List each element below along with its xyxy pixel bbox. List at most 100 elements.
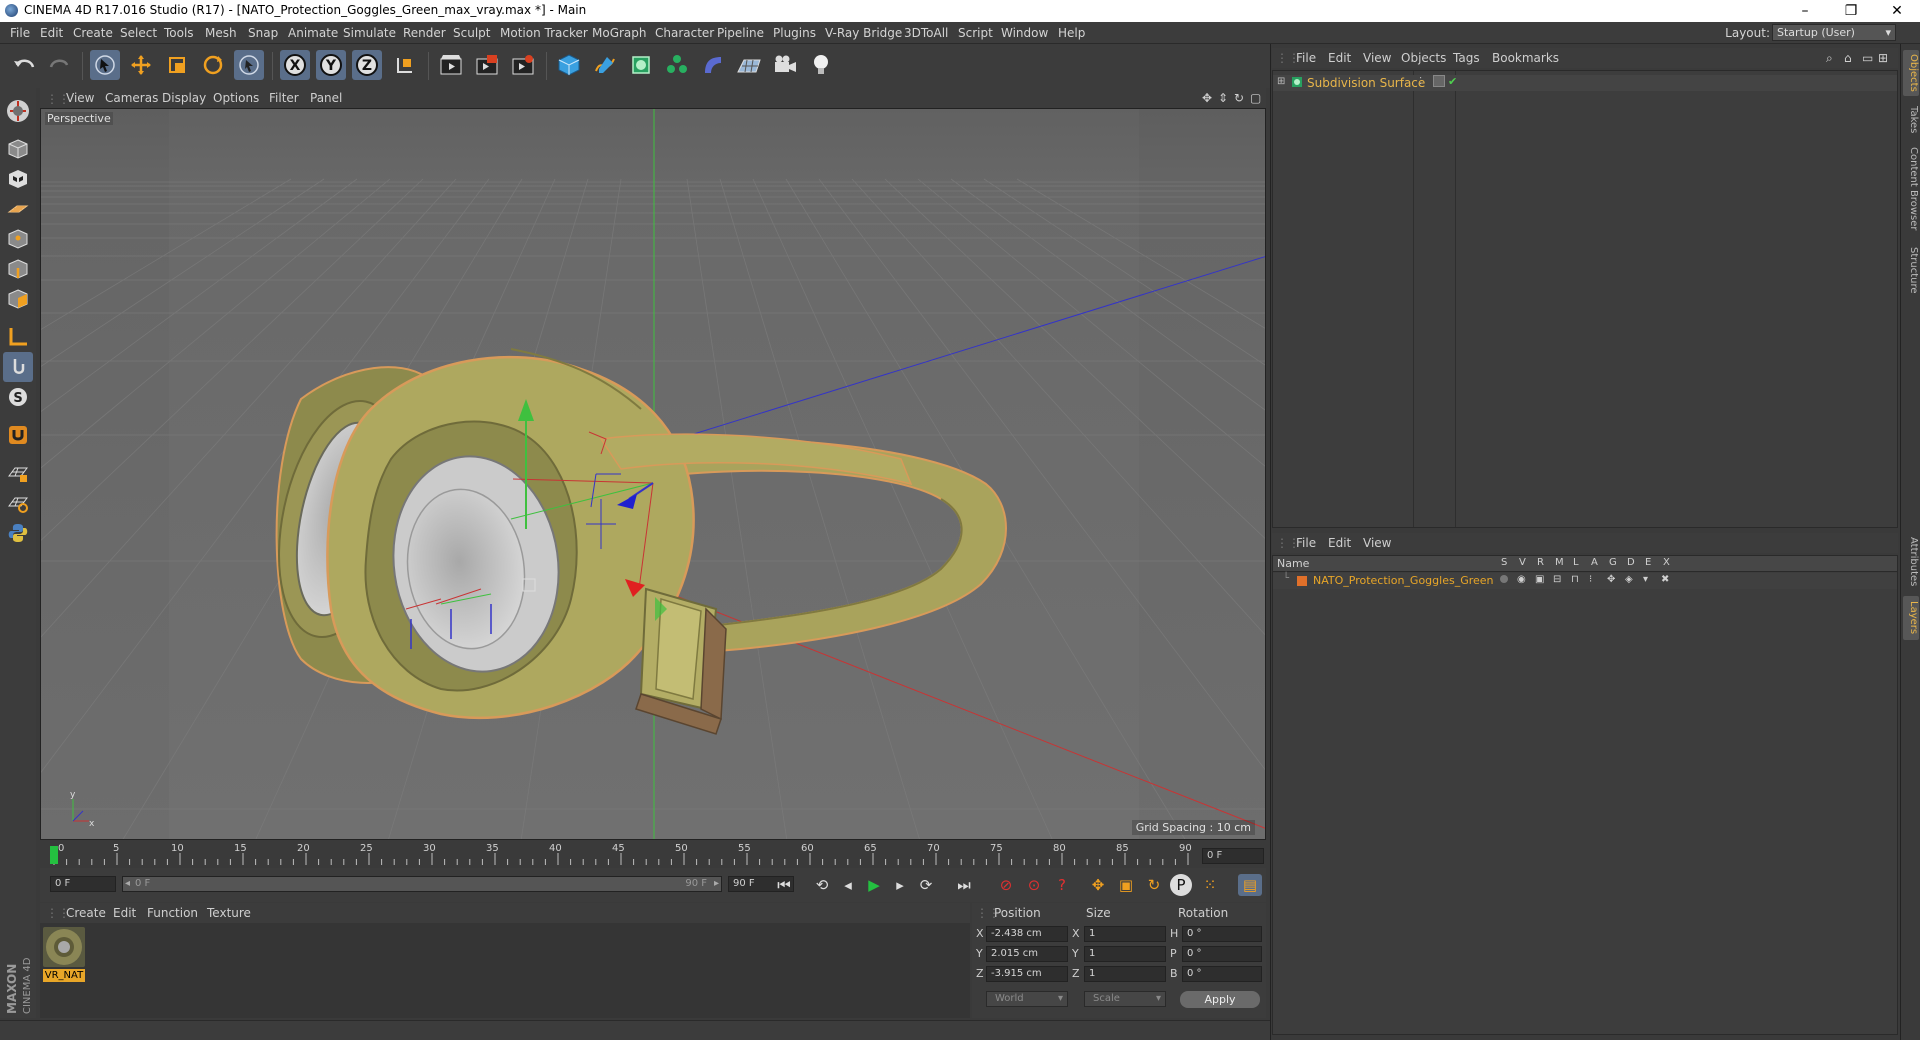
recent-tool-icon[interactable] xyxy=(234,50,264,80)
layers-menu-edit[interactable]: Edit xyxy=(1328,536,1351,550)
menu-simulate[interactable]: Simulate xyxy=(343,26,396,40)
layer-col-expressions[interactable]: E xyxy=(1645,557,1651,568)
viewport-maximize-icon[interactable]: ▢ xyxy=(1250,91,1261,105)
go-to-end-icon[interactable]: ⏭ xyxy=(952,874,976,896)
edges-mode-icon[interactable] xyxy=(3,254,33,284)
menu-animate[interactable]: Animate xyxy=(288,26,338,40)
tab-layers[interactable]: Layers xyxy=(1903,596,1919,640)
deformer-icon[interactable] xyxy=(698,50,728,80)
rotate-tool-icon[interactable] xyxy=(198,50,228,80)
undo-icon[interactable] xyxy=(10,50,40,80)
apply-button[interactable]: Apply xyxy=(1180,991,1260,1008)
live-selection-icon[interactable] xyxy=(90,50,120,80)
layout-select[interactable]: Startup (User) ▾ xyxy=(1772,24,1896,41)
tweak-mode-icon[interactable] xyxy=(3,352,33,382)
layer-col-generators[interactable]: G xyxy=(1609,557,1617,568)
layer-col-manager[interactable]: M xyxy=(1555,557,1564,568)
object-name[interactable]: Subdivision Surface xyxy=(1307,76,1425,90)
next-frame-icon[interactable]: ▸ xyxy=(888,874,912,896)
timeline-window-icon[interactable]: ▤ xyxy=(1238,874,1262,896)
timeline-ruler[interactable] xyxy=(50,843,1200,867)
light-icon[interactable] xyxy=(806,50,836,80)
coordinate-system-icon[interactable] xyxy=(390,50,420,80)
rotation-p-field[interactable]: 0 ° xyxy=(1182,946,1262,962)
menu-tools[interactable]: Tools xyxy=(164,26,194,40)
pen-spline-icon[interactable] xyxy=(590,50,620,80)
layer-row[interactable]: └ NATO_Protection_Goggles_Green ◉ ▣ ⊟ ⊓ … xyxy=(1273,573,1897,589)
previous-frame-icon[interactable]: ◂ xyxy=(836,874,860,896)
solo-icon[interactable] xyxy=(1500,575,1508,583)
camera-icon[interactable] xyxy=(770,50,800,80)
key-scale-icon[interactable]: ▣ xyxy=(1114,874,1138,896)
layers-menu-view[interactable]: View xyxy=(1363,536,1391,550)
redo-icon[interactable] xyxy=(44,50,74,80)
menu-plugins[interactable]: Plugins xyxy=(773,26,816,40)
position-z-field[interactable]: -3.915 cm xyxy=(986,966,1068,982)
edit-toggle-icon[interactable] xyxy=(1433,75,1445,87)
menu-pipeline[interactable]: Pipeline xyxy=(717,26,764,40)
objects-menu-tags[interactable]: Tags xyxy=(1453,51,1480,65)
menu-character[interactable]: Character xyxy=(655,26,714,40)
size-y-field[interactable]: 1 xyxy=(1084,946,1166,962)
cube-primitive-icon[interactable] xyxy=(554,50,584,80)
close-button[interactable]: ✕ xyxy=(1874,0,1920,22)
material-menu-edit[interactable]: Edit xyxy=(113,906,136,920)
workplane-icon[interactable] xyxy=(3,194,33,224)
objects-menu-view[interactable]: View xyxy=(1363,51,1391,65)
tab-objects[interactable]: Objects xyxy=(1903,50,1919,96)
axis-mode-icon[interactable] xyxy=(3,322,33,352)
timeline[interactable]: 0 5 10 15 20 25 30 35 40 45 50 55 60 65 … xyxy=(40,843,1266,867)
position-x-field[interactable]: -2.438 cm xyxy=(986,926,1068,942)
new-view-icon[interactable]: ⊞ xyxy=(1878,51,1888,65)
restore-button[interactable]: ❐ xyxy=(1828,0,1874,22)
menu-create[interactable]: Create xyxy=(73,26,113,40)
start-frame-field[interactable]: 0 F xyxy=(50,876,116,892)
objects-menu-edit[interactable]: Edit xyxy=(1328,51,1351,65)
tab-attributes[interactable]: Attributes xyxy=(1903,532,1919,592)
texture-mode-icon[interactable] xyxy=(3,164,33,194)
scale-tool-icon[interactable] xyxy=(162,50,192,80)
size-x-field[interactable]: 1 xyxy=(1084,926,1166,942)
render-settings-icon[interactable] xyxy=(508,50,538,80)
viewport-move-icon[interactable]: ✥ xyxy=(1202,91,1212,105)
material-menu-texture[interactable]: Texture xyxy=(207,906,251,920)
layer-col-animation[interactable]: A xyxy=(1591,557,1598,568)
menu-window[interactable]: Window xyxy=(1001,26,1048,40)
polygons-mode-icon[interactable] xyxy=(3,284,33,314)
menu-sculpt[interactable]: Sculpt xyxy=(453,26,490,40)
lock-icon[interactable]: ▭ xyxy=(1862,51,1873,65)
material-menu-function[interactable]: Function xyxy=(147,906,198,920)
go-to-start-icon[interactable]: ⏮ xyxy=(772,874,796,896)
xref-icon[interactable]: ✖ xyxy=(1661,574,1669,585)
layer-col-view[interactable]: V xyxy=(1519,557,1526,568)
generator-icon[interactable]: ✥ xyxy=(1607,574,1615,585)
viewport-rotate-icon[interactable]: ↻ xyxy=(1234,91,1244,105)
viewport-menu-cameras[interactable]: Cameras xyxy=(105,91,158,105)
record-active-objects-icon[interactable]: ⊘ xyxy=(994,874,1018,896)
python-icon[interactable] xyxy=(3,518,33,548)
tab-content-browser[interactable]: Content Browser xyxy=(1903,144,1919,234)
current-frame-field[interactable]: 0 F xyxy=(1202,848,1264,864)
viewport-menu-view[interactable]: View xyxy=(66,91,94,105)
subdivision-surface-icon[interactable] xyxy=(626,50,656,80)
cloner-icon[interactable] xyxy=(662,50,692,80)
snap-icon[interactable]: S xyxy=(3,382,33,412)
eye-icon[interactable]: ◉ xyxy=(1517,574,1526,585)
layer-name[interactable]: NATO_Protection_Goggles_Green xyxy=(1313,574,1494,587)
y-axis-lock-icon[interactable]: Y xyxy=(316,50,346,80)
keyframe-selection-icon[interactable]: ? xyxy=(1050,874,1074,896)
menu-vray-bridge[interactable]: V-Ray Bridge xyxy=(825,26,902,40)
animation-icon[interactable]: ⁝ xyxy=(1589,574,1592,585)
layers-menu-file[interactable]: File xyxy=(1296,536,1316,550)
rotation-h-field[interactable]: 0 ° xyxy=(1182,926,1262,942)
menu-motion-tracker[interactable]: Motion Tracker xyxy=(500,26,588,40)
menu-3dtoall[interactable]: 3DToAll xyxy=(904,26,948,40)
viewport-zoom-icon[interactable]: ⇕ xyxy=(1218,91,1228,105)
x-axis-lock-icon[interactable]: X xyxy=(280,50,310,80)
material-menu-create[interactable]: Create xyxy=(66,906,106,920)
perspective-viewport[interactable]: y x Perspective Grid Spacing : 10 cm xyxy=(40,108,1266,840)
size-z-field[interactable]: 1 xyxy=(1084,966,1166,982)
search-icon[interactable]: ⌕ xyxy=(1826,51,1833,66)
minimize-button[interactable]: – xyxy=(1782,0,1828,22)
layer-col-locked[interactable]: L xyxy=(1573,557,1579,568)
